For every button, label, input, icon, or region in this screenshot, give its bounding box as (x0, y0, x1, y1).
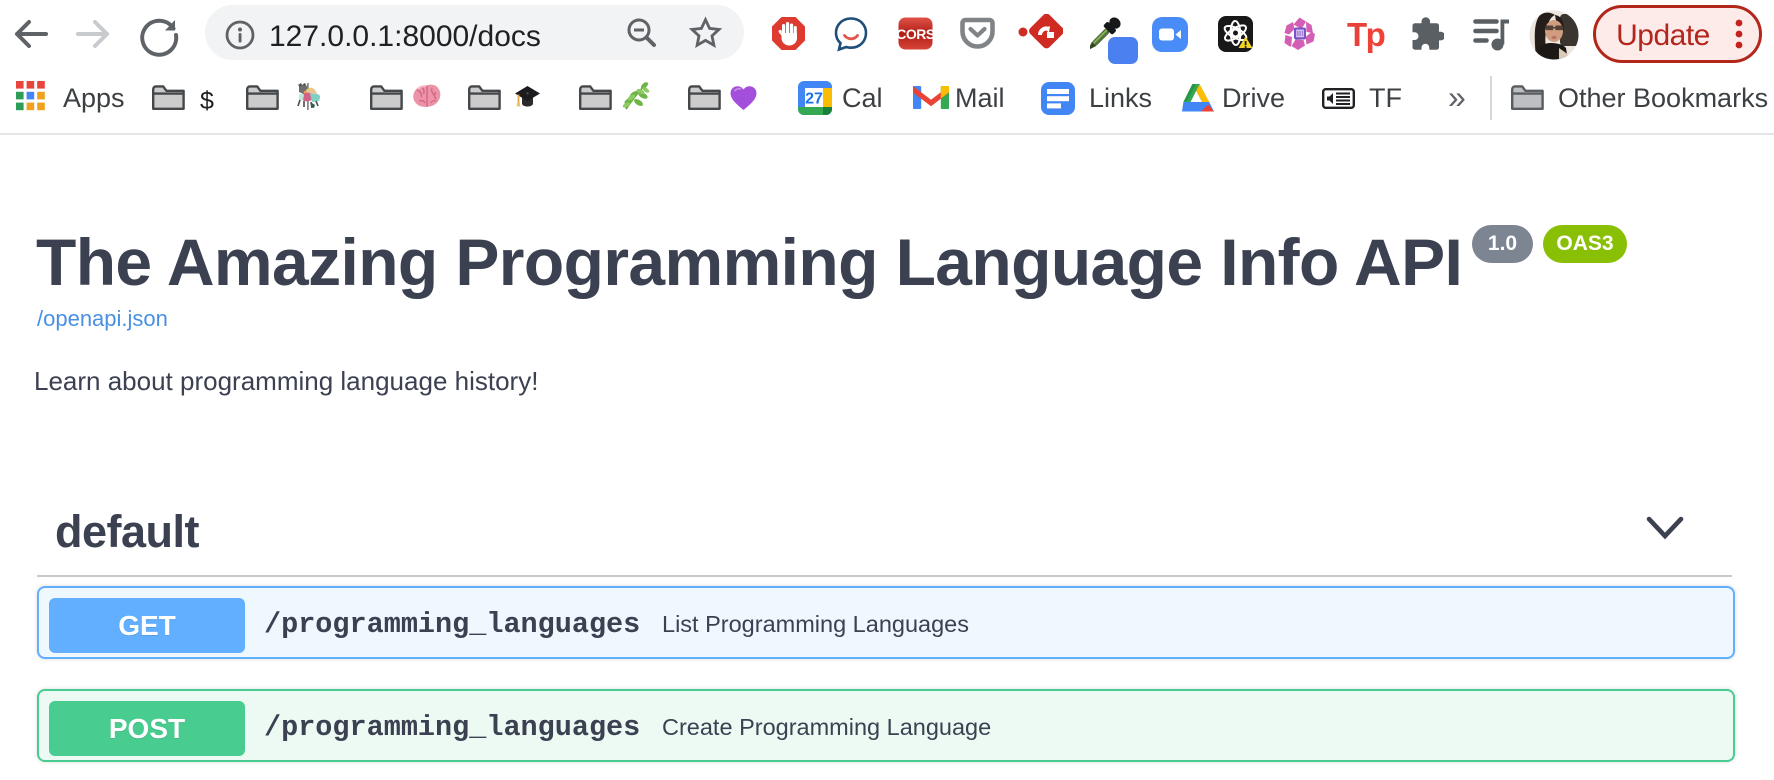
svg-text:CORS: CORS (898, 26, 933, 42)
svg-text:27: 27 (805, 91, 823, 108)
